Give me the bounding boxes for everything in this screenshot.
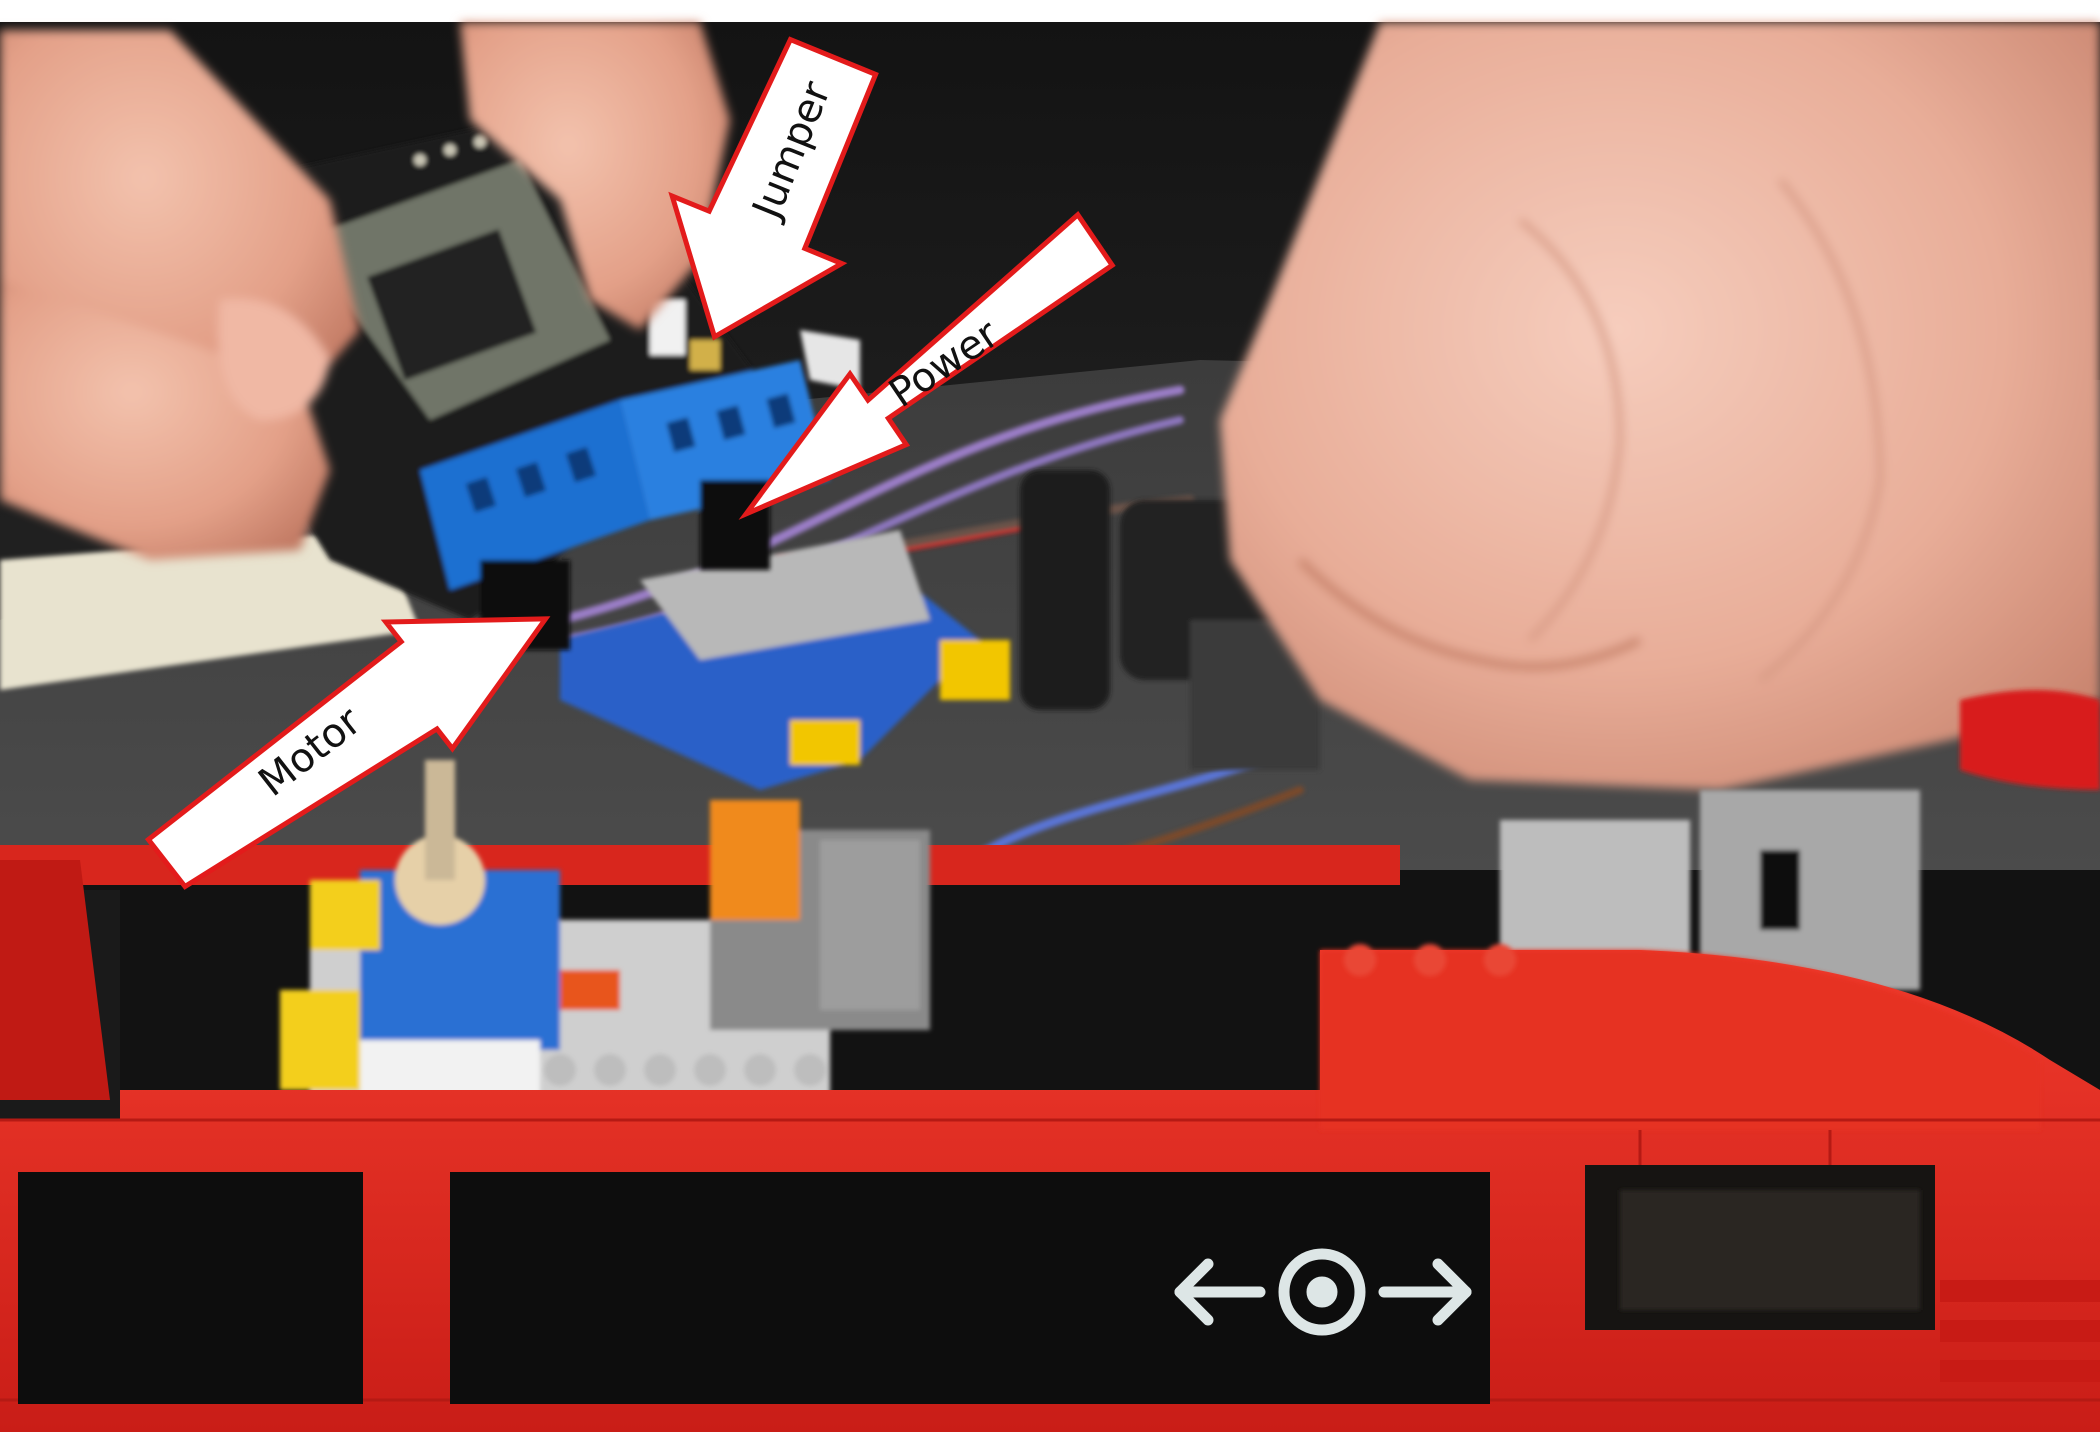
photo: Jumper Power Motor <box>0 0 2100 1454</box>
red-tool-handle <box>1960 690 2100 790</box>
right-hand <box>1220 22 2100 790</box>
train-window-left <box>18 1172 363 1404</box>
lego-train <box>0 760 2100 1432</box>
photo-scene: Jumper Power Motor <box>0 0 2100 1454</box>
bottom-margin <box>0 1432 2100 1454</box>
top-margin <box>0 0 2100 22</box>
train-vent <box>1940 1280 2100 1382</box>
